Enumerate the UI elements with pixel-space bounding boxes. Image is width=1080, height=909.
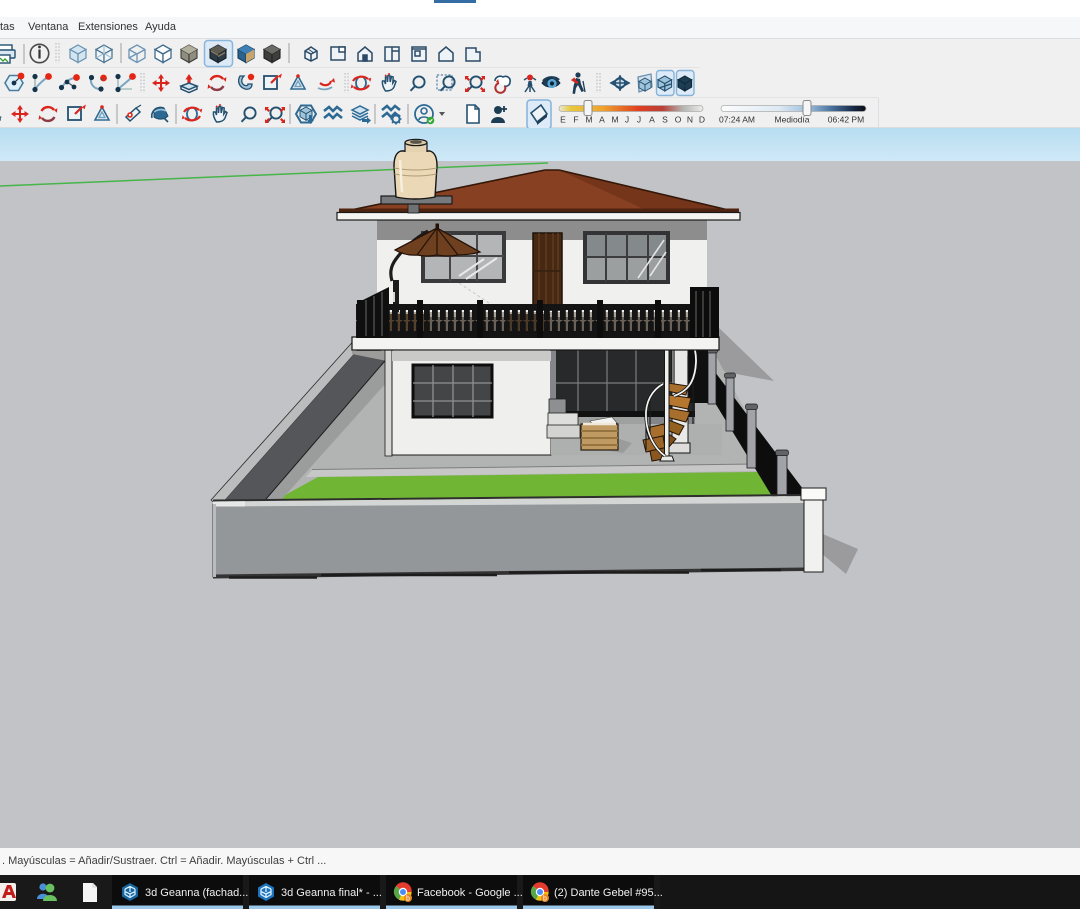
svg-text:J: J xyxy=(637,115,641,125)
svg-text:D: D xyxy=(699,115,705,125)
svg-text:07:24 AM: 07:24 AM xyxy=(719,115,755,125)
svg-text:06:42 PM: 06:42 PM xyxy=(828,115,864,125)
svg-text:N: N xyxy=(687,115,693,125)
svg-text:J: J xyxy=(625,115,629,125)
svg-text:S: S xyxy=(662,115,668,125)
svg-text:E: E xyxy=(560,115,566,125)
svg-text:b: b xyxy=(406,896,410,903)
svg-text:b: b xyxy=(543,896,547,903)
svg-text:A: A xyxy=(649,115,655,125)
svg-text:Mediodía: Mediodía xyxy=(775,115,810,125)
svg-text:F: F xyxy=(573,115,578,125)
svg-text:M: M xyxy=(611,115,618,125)
svg-text:A: A xyxy=(599,115,605,125)
svg-text:M: M xyxy=(585,115,592,125)
svg-text:Facebook - Google ...: Facebook - Google ... xyxy=(417,887,523,899)
svg-text:O: O xyxy=(675,115,682,125)
svg-text:(2) Dante Gebel #95...: (2) Dante Gebel #95... xyxy=(554,887,663,899)
svg-text:3d Geanna (fachad...: 3d Geanna (fachad... xyxy=(145,887,248,899)
svg-text:3d Geanna final* - ...: 3d Geanna final* - ... xyxy=(281,887,382,899)
